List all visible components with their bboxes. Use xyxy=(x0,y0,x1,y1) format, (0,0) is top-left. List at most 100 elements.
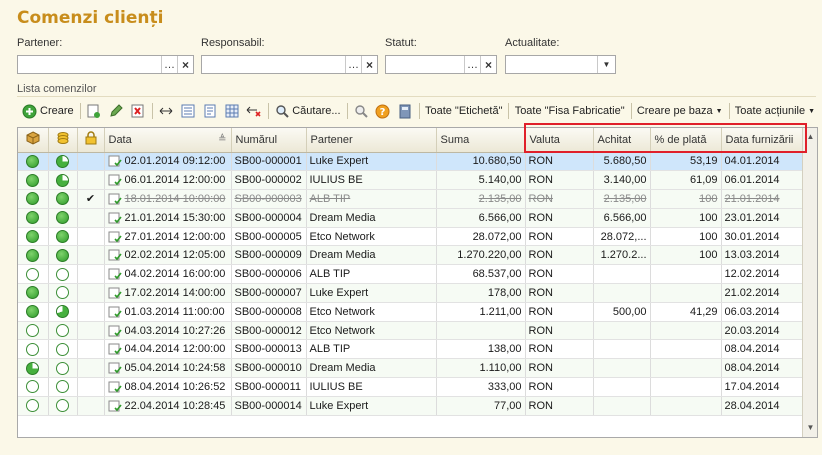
create-based-menu[interactable]: Creare pe baza ▼ xyxy=(634,100,726,122)
delivery-cell: 23.01.2014 xyxy=(721,208,803,228)
table-row[interactable]: 04.03.2014 10:27:26 SB00-000012 Etco Netwo… xyxy=(18,321,803,341)
all-labels-button[interactable]: Toate "Etichetă" xyxy=(422,100,506,122)
partner-cell: IULIUS BE xyxy=(306,377,437,397)
header-pct[interactable]: % de plată xyxy=(650,128,722,153)
header-number[interactable]: Numărul xyxy=(231,128,307,153)
structure-button[interactable] xyxy=(177,100,199,122)
posted-doc-icon xyxy=(108,249,122,261)
delivery-value: 30.01.2014 xyxy=(724,230,780,243)
sum-cell: 10.680,50 xyxy=(436,152,526,172)
calculator-button[interactable] xyxy=(394,100,416,122)
partner-clear-button[interactable]: × xyxy=(177,56,193,73)
header-currency[interactable]: Valuta xyxy=(525,128,594,153)
table-row[interactable]: 06.01.2014 12:00:00 SB00-000002 IULIUS BE 5… xyxy=(18,170,803,191)
search-icon xyxy=(274,103,290,119)
table-row[interactable]: 17.02.2014 14:00:00 SB00-000007 Luke Exper… xyxy=(18,283,803,303)
header-paid[interactable]: Achitat xyxy=(593,128,651,153)
table-row[interactable]: 22.04.2014 10:28:45 SB00-000014 Luke Exper… xyxy=(18,396,803,416)
currency-value: RON xyxy=(528,286,553,299)
lock-cell xyxy=(77,208,105,228)
pct-cell xyxy=(650,358,722,379)
payment-cell xyxy=(48,321,78,341)
table-button[interactable] xyxy=(221,100,243,122)
currency-cell: RON xyxy=(525,321,594,341)
currency-cell: RON xyxy=(525,227,594,247)
orders-table[interactable]: Data ≜ Numărul Partener Suma Valuta Achi… xyxy=(17,127,818,438)
all-fab-button[interactable]: Toate "Fisa Fabricatie" xyxy=(512,100,628,122)
actuality-dropdown[interactable]: ▼ xyxy=(505,55,616,74)
payment-cell xyxy=(48,227,78,247)
status-field[interactable]: … × xyxy=(385,55,497,74)
responsible-field[interactable]: … × xyxy=(201,55,378,74)
delete-mark-button[interactable] xyxy=(127,100,149,122)
partner-value: ALB TIP xyxy=(309,268,351,281)
status-cell xyxy=(18,283,49,303)
table-row[interactable]: 02.02.2014 12:05:00 SB00-000009 Dream Medi… xyxy=(18,245,803,266)
partner-value[interactable] xyxy=(18,56,161,73)
payment-status-icon xyxy=(56,399,69,413)
create-button[interactable]: Creare xyxy=(18,100,77,122)
report-button[interactable] xyxy=(199,100,221,122)
shipment-status-icon xyxy=(26,361,40,375)
header-partner[interactable]: Partener xyxy=(306,128,437,153)
partner-cell: ALB TIP xyxy=(306,189,437,209)
search-label: Căutare... xyxy=(292,105,341,117)
all-actions-menu[interactable]: Toate acțiunile ▼ xyxy=(732,100,818,122)
edit-button[interactable] xyxy=(105,100,127,122)
partner-cell: Luke Expert xyxy=(306,396,437,416)
table-row[interactable]: 04.02.2014 16:00:00 SB00-000006 ALB TIP 68.… xyxy=(18,264,803,285)
vertical-scrollbar[interactable]: ▲ ▼ xyxy=(802,128,817,437)
table-row[interactable]: ✔ 18.01.2014 10:00:00 SB00-000003 ALB TIP 2.… xyxy=(18,189,803,209)
table-row[interactable]: 04.04.2014 12:00:00 SB00-000013 ALB TIP 138… xyxy=(18,339,803,360)
number-value: SB00-000012 xyxy=(234,324,302,337)
delivery-value: 12.02.2014 xyxy=(724,268,780,281)
partner-select-button[interactable]: … xyxy=(161,56,177,73)
table-row[interactable]: 05.04.2014 10:24:58 SB00-000010 Dream Medi… xyxy=(18,358,803,379)
copy-button[interactable] xyxy=(83,100,105,122)
partner-field[interactable]: … × xyxy=(17,55,194,74)
header-date[interactable]: Data ≜ xyxy=(104,128,232,153)
currency-value: RON xyxy=(528,399,553,412)
chevron-down-icon[interactable]: ▼ xyxy=(597,56,615,73)
unpost-button[interactable] xyxy=(243,100,265,122)
status-value[interactable] xyxy=(386,56,464,73)
payment-status-icon xyxy=(56,173,69,187)
number-cell: SB00-000013 xyxy=(231,339,307,360)
actuality-value[interactable] xyxy=(506,56,597,73)
status-clear-button[interactable]: × xyxy=(480,56,496,73)
post-button[interactable] xyxy=(155,100,177,122)
dropdown-arrow-icon: ▼ xyxy=(715,107,723,115)
table-row[interactable]: 08.04.2014 10:26:52 SB00-000011 IULIUS BE 3… xyxy=(18,377,803,397)
table-row[interactable]: 01.03.2014 11:00:00 SB00-000008 Etco Netwo… xyxy=(18,302,803,322)
posted-doc-icon xyxy=(108,268,122,280)
table-row[interactable]: 21.01.2014 15:30:00 SB00-000004 Dream Medi… xyxy=(18,208,803,228)
scroll-up-icon[interactable]: ▲ xyxy=(803,130,817,144)
scroll-down-icon[interactable]: ▼ xyxy=(803,421,817,435)
date-value: 02.01.2014 09:12:00 xyxy=(124,155,226,168)
table-row[interactable]: 27.01.2014 12:00:00 SB00-000005 Etco Netwo… xyxy=(18,227,803,247)
date-value: 04.04.2014 12:00:00 xyxy=(124,343,226,356)
lock-cell xyxy=(77,321,105,341)
shipment-status-icon xyxy=(26,324,40,338)
responsible-select-button[interactable]: … xyxy=(345,56,361,73)
date-value: 04.03.2014 10:27:26 xyxy=(124,324,226,337)
responsible-value[interactable] xyxy=(202,56,345,73)
header-delivery[interactable]: Data furnizării xyxy=(721,128,803,153)
header-payment-icon[interactable] xyxy=(48,128,78,153)
responsible-clear-button[interactable]: × xyxy=(361,56,377,73)
table-row[interactable]: 02.01.2014 09:12:00 SB00-000001 Luke Exper… xyxy=(18,152,803,172)
header-status-icon[interactable] xyxy=(18,128,49,153)
cancel-search-button[interactable] xyxy=(350,100,372,122)
currency-cell: RON xyxy=(525,302,594,322)
help-button[interactable]: ? xyxy=(372,100,394,122)
search-button[interactable]: Căutare... xyxy=(271,100,343,122)
header-lock-icon[interactable] xyxy=(77,128,105,153)
delivery-value: 06.01.2014 xyxy=(724,174,780,187)
pct-cell xyxy=(650,321,722,341)
header-sum[interactable]: Suma xyxy=(436,128,526,153)
delivery-cell: 06.03.2014 xyxy=(721,302,803,322)
status-cell xyxy=(18,152,49,172)
delivery-cell: 21.01.2014 xyxy=(721,189,803,209)
status-select-button[interactable]: … xyxy=(464,56,480,73)
currency-value: RON xyxy=(528,155,553,168)
